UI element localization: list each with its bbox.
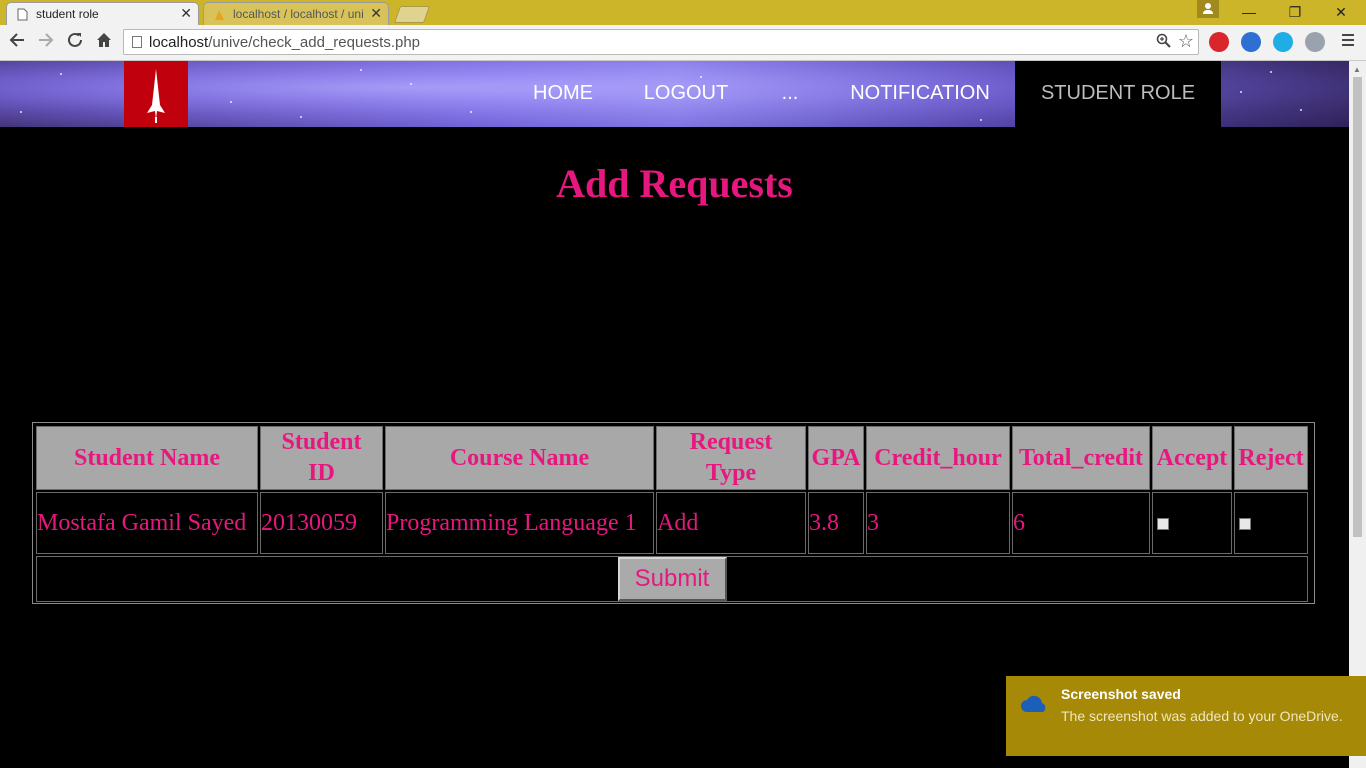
address-bar[interactable]: localhost/unive/check_add_requests.php ☆ xyxy=(123,29,1199,55)
minimize-button[interactable]: — xyxy=(1226,0,1272,25)
submit-row: Submit xyxy=(36,556,1308,602)
nav-home[interactable]: HOME xyxy=(518,61,608,127)
cell-accept xyxy=(1152,492,1232,554)
cell-total-credit: 6 xyxy=(1012,492,1150,554)
onedrive-cloud-icon xyxy=(1021,695,1046,712)
site-logo[interactable] xyxy=(124,61,188,127)
notification-title: Screenshot saved xyxy=(1061,686,1181,702)
person-icon xyxy=(1203,3,1213,14)
browser-tab-bar: student role ✕ localhost / localhost / u… xyxy=(0,0,1366,25)
extension-icon-globe[interactable] xyxy=(1241,32,1261,52)
table-row: Mostafa Gamil Sayed 20130059 Programming… xyxy=(36,492,1308,554)
col-student-name: Student Name xyxy=(36,426,258,490)
submit-cell: Submit xyxy=(36,556,1308,602)
tab-title: localhost / localhost / uni xyxy=(233,7,364,21)
site-header: HOME LOGOUT ... NOTIFICATION STUDENT ROL… xyxy=(0,61,1349,127)
forward-icon[interactable] xyxy=(35,31,57,53)
phpmyadmin-icon xyxy=(215,10,224,20)
col-total-credit: Total_credit xyxy=(1012,426,1150,490)
page-icon xyxy=(17,8,28,21)
accept-checkbox[interactable] xyxy=(1157,517,1169,530)
profile-icon[interactable] xyxy=(1197,0,1219,18)
bookmark-star-icon[interactable]: ☆ xyxy=(1178,31,1194,52)
extension-icon-gray[interactable] xyxy=(1305,32,1325,52)
page-scrollbar[interactable]: ▲ xyxy=(1349,61,1366,768)
maximize-button[interactable]: ❐ xyxy=(1272,0,1318,25)
reject-checkbox[interactable] xyxy=(1239,517,1251,530)
cell-request-type: Add xyxy=(656,492,806,554)
back-icon[interactable] xyxy=(6,31,28,53)
new-tab-button[interactable] xyxy=(393,6,431,23)
nav-student-role[interactable]: STUDENT ROLE xyxy=(1015,61,1221,127)
nav-more[interactable]: ... xyxy=(764,61,816,127)
cell-course-name: Programming Language 1 xyxy=(385,492,654,554)
notification-message: The screenshot was added to your OneDriv… xyxy=(1061,708,1343,724)
url-text[interactable]: localhost/unive/check_add_requests.php xyxy=(149,34,420,51)
onedrive-notification[interactable]: Screenshot saved The screenshot was adde… xyxy=(1006,676,1366,756)
col-request-type-line1: Request xyxy=(689,429,773,455)
browser-toolbar: localhost/unive/check_add_requests.php ☆ xyxy=(0,25,1366,61)
requests-table-frame: Student Name Student ID Course Name Reque… xyxy=(32,422,1315,604)
skype-icon[interactable] xyxy=(1273,32,1293,52)
table-header-row: Student Name Student ID Course Name Reque… xyxy=(36,426,1308,490)
page-viewport: HOME LOGOUT ... NOTIFICATION STUDENT ROL… xyxy=(0,61,1349,768)
rocket-icon xyxy=(147,69,165,123)
nav-notification[interactable]: NOTIFICATION xyxy=(838,61,1002,127)
tab-title: student role xyxy=(36,7,99,21)
col-request-type: Request Type xyxy=(656,426,806,490)
browser-menu-icon[interactable] xyxy=(1340,31,1356,52)
col-student-id-line2: ID xyxy=(308,460,335,486)
tab-student-role[interactable]: student role ✕ xyxy=(6,2,199,25)
url-host: localhost xyxy=(149,34,209,51)
cell-student-name: Mostafa Gamil Sayed xyxy=(36,492,258,554)
tab-close-icon[interactable]: ✕ xyxy=(180,5,192,22)
cell-gpa: 3.8 xyxy=(808,492,864,554)
page-title: Add Requests xyxy=(556,161,793,206)
url-path: /unive/check_add_requests.php xyxy=(208,34,421,51)
nav-logout[interactable]: LOGOUT xyxy=(630,61,742,127)
col-accept: Accept xyxy=(1152,426,1232,490)
tab-close-icon[interactable]: ✕ xyxy=(370,5,382,22)
close-window-button[interactable]: ✕ xyxy=(1318,0,1364,25)
col-request-type-line2: Type xyxy=(705,460,757,486)
extension-icon-block[interactable] xyxy=(1209,32,1229,52)
col-student-id: Student ID xyxy=(260,426,383,490)
cell-credit-hour: 3 xyxy=(866,492,1010,554)
col-reject: Reject xyxy=(1234,426,1308,490)
cell-student-id: 20130059 xyxy=(260,492,383,554)
cell-reject xyxy=(1234,492,1308,554)
tab-phpmyadmin[interactable]: localhost / localhost / uni ✕ xyxy=(203,2,389,25)
page-info-icon xyxy=(132,36,142,48)
col-course-name: Course Name xyxy=(385,426,654,490)
col-student-id-line1: Student xyxy=(281,429,362,455)
col-credit-hour: Credit_hour xyxy=(866,426,1010,490)
submit-button[interactable]: Submit xyxy=(617,557,727,601)
requests-table: Student Name Student ID Course Name Reque… xyxy=(34,424,1310,604)
scrollbar-thumb[interactable] xyxy=(1353,77,1362,537)
col-gpa: GPA xyxy=(808,426,864,490)
scroll-up-icon[interactable]: ▲ xyxy=(1353,65,1361,74)
reload-icon[interactable] xyxy=(64,31,86,53)
home-icon[interactable] xyxy=(93,31,115,53)
zoom-icon[interactable] xyxy=(1156,33,1172,53)
